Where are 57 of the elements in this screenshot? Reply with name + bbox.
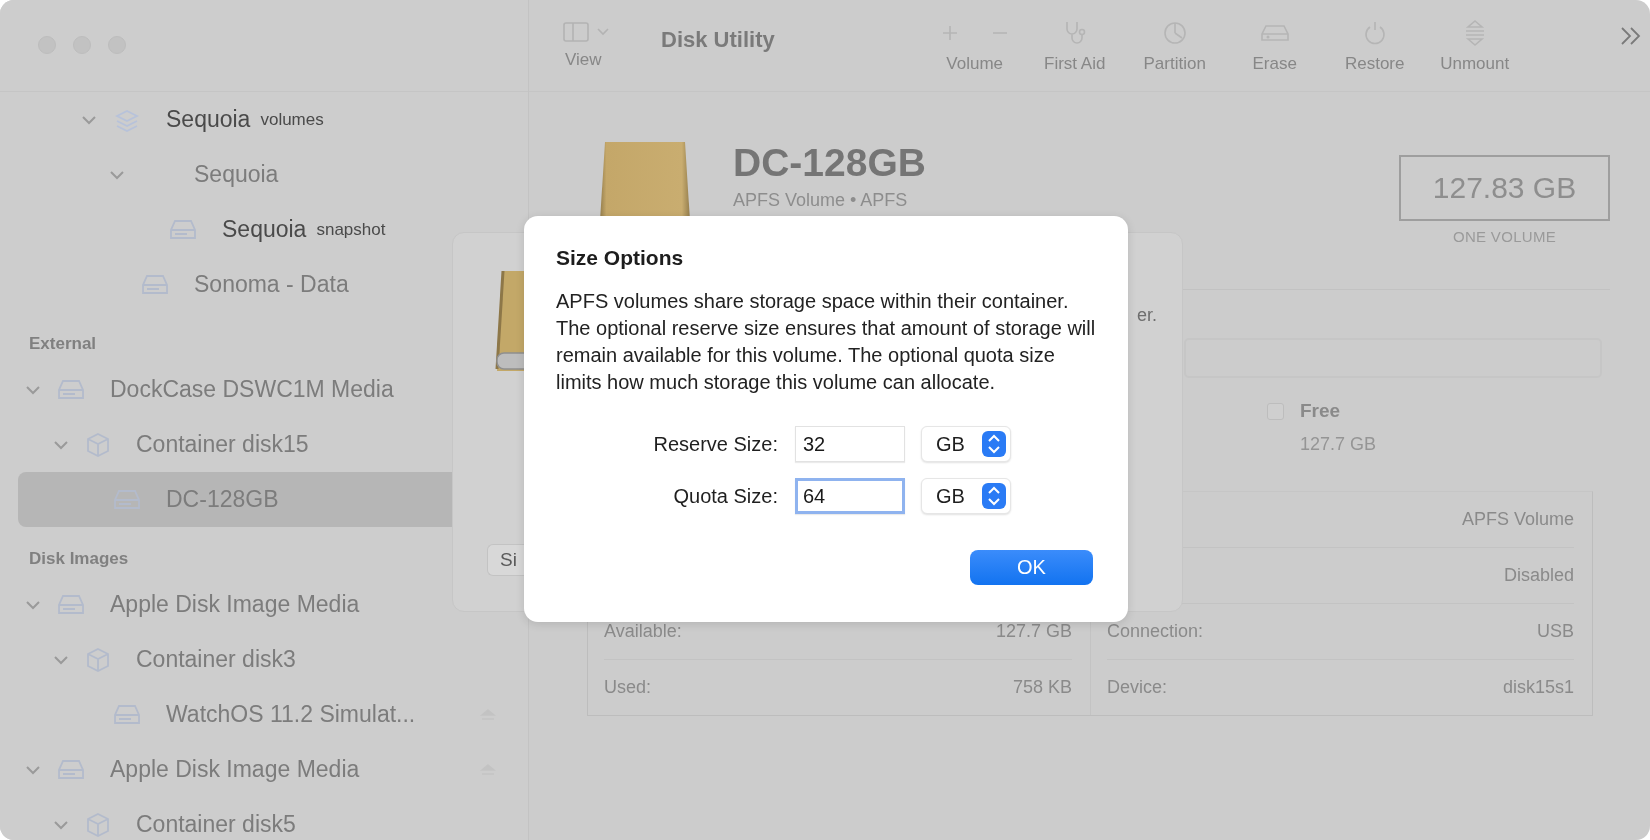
sidebar-item[interactable]: Sequoia volumes [18, 92, 516, 147]
cube-icon [86, 646, 110, 673]
unit-popup[interactable]: GB [921, 426, 1011, 462]
chevrons-icon[interactable] [1620, 25, 1642, 46]
unit-popup[interactable]: GB [921, 478, 1011, 514]
sidebar-item[interactable]: Sequoia snapshot [18, 202, 516, 257]
drive-icon [142, 273, 168, 296]
dialog-message: APFS volumes share storage space within their container. The optional reserve size ensures that amount of storage will remain available for this volume. The optional quota size limits how much storage this volume can allocate. [556, 289, 1096, 395]
window-title: Disk Utility [661, 26, 775, 53]
stepper-icon [982, 483, 1006, 509]
drive-icon [58, 378, 84, 401]
dialog-title: Size Options [556, 246, 685, 270]
capacity-box: 127.83 GB [1399, 155, 1610, 221]
section-heading: Disk Images [29, 548, 129, 570]
stepper-icon [982, 431, 1006, 457]
drive-icon [58, 593, 84, 616]
sidebar-item[interactable]: Apple Disk Image Media [18, 742, 516, 797]
sidebar-item[interactable]: Apple Disk Image Media [18, 577, 516, 632]
view-button[interactable]: View [563, 21, 609, 70]
size-options-button[interactable]: Si [487, 544, 525, 576]
info-label: Connection: [1107, 621, 1204, 642]
field-label: Quota Size: [672, 484, 778, 508]
cube-icon [86, 811, 110, 838]
info-value: USB [1537, 621, 1574, 642]
size-field[interactable]: 32 [795, 426, 905, 462]
drive-icon [58, 758, 84, 781]
info-label: Used: [604, 677, 652, 698]
sidebar-item[interactable]: Container disk3 [18, 632, 516, 687]
sidebar-icon [563, 21, 589, 42]
ok-button[interactable]: OK [970, 550, 1093, 585]
sidebar-item[interactable]: Container disk5 [18, 797, 516, 840]
volume-name: DC-128GB [733, 140, 926, 186]
sidebar-item[interactable]: DockCase DSWC1M Media [18, 362, 516, 417]
sidebar-item[interactable]: Sequoia [18, 147, 516, 202]
size-field[interactable]: 64 [795, 478, 905, 514]
caret-icon [597, 27, 609, 36]
item-caption: volumes [260, 109, 324, 130]
info-value: 127.7 GB [995, 621, 1072, 642]
sidebar-item[interactable]: WatchOS 11.2 Simulat... [18, 687, 516, 742]
sheet-text: er. [1137, 305, 1157, 326]
drive-icon [495, 269, 525, 371]
drive-icon [170, 218, 196, 241]
info-label: Available: [604, 621, 682, 642]
info-value: APFS Volume [1461, 509, 1574, 530]
sidebar-item[interactable]: Sonoma - Data [18, 257, 516, 312]
drive-icon [114, 703, 140, 726]
field-label: Reserve Size: [652, 432, 778, 456]
info-value: Disabled [1503, 565, 1574, 586]
info-label: Device: [1107, 677, 1168, 698]
cube-icon [86, 431, 110, 458]
info-value: disk15s1 [1502, 677, 1574, 698]
legend-label: Free [1300, 400, 1342, 422]
volume-subtitle: APFS Volume • APFS [733, 190, 909, 211]
info-value: 758 KB [1012, 677, 1072, 698]
item-caption: snapshot [316, 219, 386, 240]
section-heading: External [29, 333, 97, 355]
sidebar-item[interactable]: Container disk15 [18, 417, 516, 472]
